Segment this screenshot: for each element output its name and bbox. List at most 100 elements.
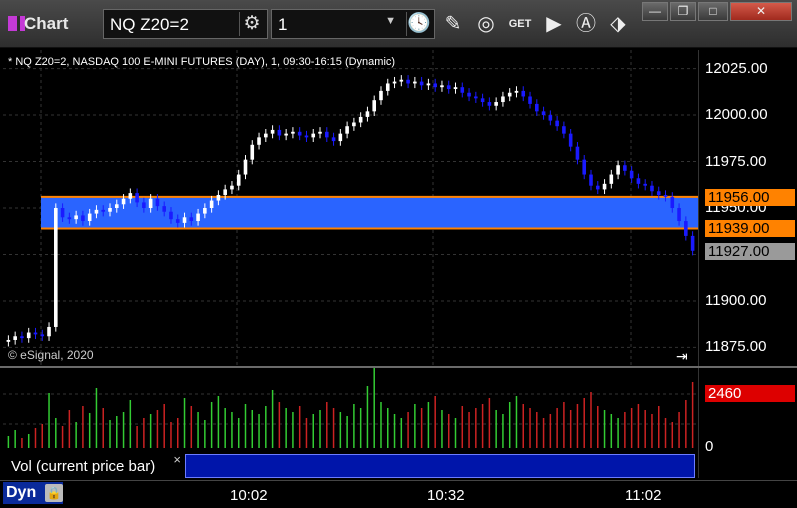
candle-body [548, 115, 553, 121]
candle-body [575, 146, 580, 160]
candle-body [399, 79, 404, 82]
alert-icon[interactable]: Ⓐ [573, 11, 599, 37]
time-label: 11:02 [625, 487, 662, 504]
candle-body [352, 122, 356, 127]
price-axis[interactable]: 12025.0012000.0011975.0011950.0011925.00… [698, 50, 797, 366]
candle-body [507, 92, 512, 97]
candle-body [616, 165, 620, 175]
candle-body [446, 85, 451, 90]
dynamic-mode-button[interactable]: Dyn 🔒 [3, 482, 63, 504]
candle-body [264, 133, 268, 138]
candle-body [189, 217, 194, 222]
get-icon[interactable]: GET [507, 11, 533, 37]
candle-body [555, 120, 559, 127]
scroll-right-icon[interactable]: ⇥ [676, 348, 688, 365]
volume-tag: 2460 [705, 385, 795, 402]
candle-body [230, 185, 234, 190]
candle-body [128, 193, 133, 199]
candle-body [460, 87, 465, 93]
close-button[interactable]: ✕ [730, 2, 792, 21]
candle-body [643, 183, 647, 186]
candle-body [81, 215, 85, 222]
symbol-field[interactable]: NQ Z20=2 ⚙ [103, 9, 268, 39]
volume-zero-tick: 0 [705, 438, 714, 455]
pencil-icon[interactable]: ✎ [440, 11, 466, 37]
price-tick: 12025.00 [705, 59, 768, 77]
candle-body [609, 174, 614, 184]
candle-body [284, 133, 288, 136]
candle-body [406, 79, 410, 84]
price-chart[interactable] [3, 50, 698, 366]
candle-body [243, 159, 248, 175]
clock-icon[interactable]: 🕓 [406, 12, 431, 36]
restore-button[interactable]: ❐ [670, 2, 696, 21]
candle-body [392, 81, 397, 84]
candle-body [345, 126, 349, 134]
copyright-text: © eSignal, 2020 [8, 348, 94, 362]
candle-body [108, 208, 112, 212]
indicator-icon[interactable]: ◎ [473, 11, 499, 37]
minimize-button[interactable]: — [642, 2, 668, 21]
candle-body [541, 111, 546, 116]
candle-body [250, 144, 255, 160]
interval-value: 1 [278, 15, 288, 34]
volume-study-label[interactable]: Vol (current price bar) × [3, 452, 183, 478]
candle-body [385, 83, 390, 91]
candle-body [677, 208, 681, 222]
candle-body [656, 191, 661, 195]
time-label: 10:02 [230, 487, 268, 504]
candle-body [582, 159, 587, 175]
candle-body [636, 178, 641, 184]
app-title-text: Chart [24, 14, 69, 33]
time-label: 10:32 [427, 487, 465, 504]
candle-body [568, 133, 573, 147]
time-axis[interactable]: 10:02 10:32 11:02 [0, 480, 797, 508]
candle-body [270, 129, 275, 134]
candle-body [474, 96, 478, 99]
candle-body [297, 131, 302, 136]
candle-body [372, 100, 377, 112]
candle-body [196, 213, 200, 222]
highlight-band [41, 196, 698, 229]
candle-body [87, 213, 92, 222]
candle-body [595, 185, 600, 190]
candle-body [209, 200, 214, 208]
candle-body [142, 202, 146, 208]
candle-body [514, 90, 519, 93]
candle-body [60, 208, 65, 218]
candle-body [33, 332, 38, 335]
candle-body [203, 208, 207, 214]
candle-body [311, 133, 316, 138]
candle-body [67, 217, 72, 220]
symbol-settings-icon[interactable]: ⚙ [239, 12, 264, 36]
candle-body [365, 111, 370, 117]
candle-body [534, 103, 539, 112]
volume-close-icon[interactable]: × [173, 452, 181, 467]
candle-body [426, 83, 431, 86]
candle-body [324, 131, 329, 138]
play-icon[interactable]: ▶ [541, 11, 567, 37]
candle-body [182, 217, 187, 223]
interval-dropdown-icon[interactable]: ▼ [385, 15, 396, 27]
price-tag: 11956.00 [705, 188, 795, 206]
volume-scrollbar[interactable] [185, 454, 695, 478]
candle-body [47, 326, 51, 337]
candle-body [629, 170, 634, 179]
candle-body [148, 198, 153, 208]
candle-body [440, 85, 444, 88]
volume-axis: 2460 0 [698, 368, 797, 478]
candle-body [114, 204, 119, 208]
interval-field[interactable]: 1 ▼ 🕓 [271, 9, 435, 39]
app-title: Chart [8, 14, 68, 34]
maximize-button[interactable]: □ [698, 2, 728, 21]
candle-body [623, 165, 627, 171]
candle-body [494, 102, 498, 106]
candle-body [521, 90, 526, 97]
price-tag: 11939.00 [705, 220, 795, 238]
candle-body [413, 81, 417, 84]
link-icon[interactable]: ⬗ [605, 11, 631, 37]
candle-body [562, 126, 566, 134]
candle-body [169, 211, 173, 220]
title-bar: Chart NQ Z20=2 ⚙ 1 ▼ 🕓 ✎ ◎ GET ▶ Ⓐ ⬗ — ❐… [0, 0, 797, 48]
lock-icon[interactable]: 🔒 [45, 484, 63, 502]
